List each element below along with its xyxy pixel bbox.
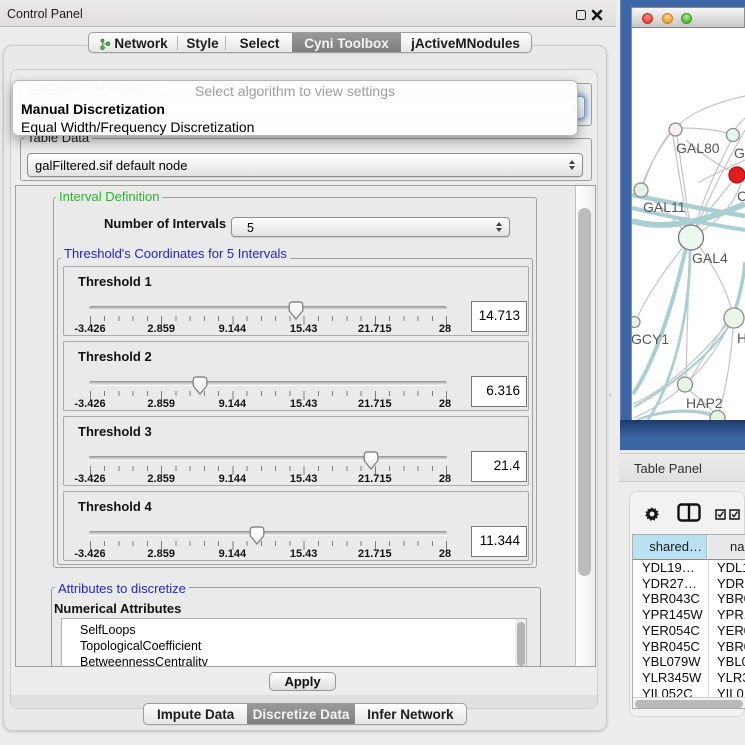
svg-text:GAL4: GAL4 <box>692 250 728 266</box>
svg-text:GAL80: GAL80 <box>676 140 720 156</box>
svg-text:C: C <box>737 188 745 204</box>
svg-text:H: H <box>737 330 745 346</box>
svg-text:GA: GA <box>734 145 745 161</box>
svg-text:GAL11: GAL11 <box>643 199 686 215</box>
svg-text:HAP2: HAP2 <box>686 395 723 411</box>
svg-text:GCY1: GCY1 <box>632 331 669 347</box>
